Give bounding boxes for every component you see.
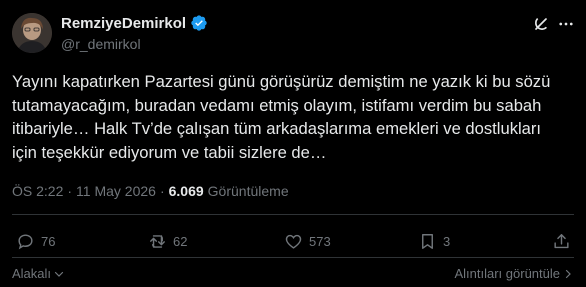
action-bar: 76 62 573 3 [12, 232, 574, 254]
bookmark-icon [422, 234, 433, 249]
sort-replies-label: Alakalı [12, 266, 52, 281]
divider [12, 257, 574, 258]
share-icon [554, 234, 569, 249]
tweet-time[interactable]: ÖS 2:22 [12, 183, 63, 199]
views-label: Görüntüleme [207, 183, 289, 199]
chevron-down-icon [54, 271, 64, 277]
tweet-date[interactable]: 11 May 2026 [76, 183, 156, 199]
reply-icon [18, 234, 33, 250]
reply-button[interactable]: 76 [16, 232, 55, 251]
view-quotes-label: Alıntıları görüntüle [454, 266, 560, 281]
bookmark-count: 3 [443, 234, 451, 249]
grok-icon[interactable] [531, 14, 551, 34]
chevron-right-icon [565, 269, 571, 278]
more-options-icon[interactable] [556, 14, 576, 34]
verified-badge-icon[interactable] [190, 14, 208, 32]
tweet-meta: ÖS 2:22 · 11 May 2026 · 6.069 Görüntülem… [12, 183, 289, 199]
views-count: 6.069 [168, 183, 204, 199]
reply-count: 76 [41, 234, 56, 249]
heart-icon [285, 234, 302, 249]
meta-separator: · [159, 183, 165, 199]
sort-replies-dropdown[interactable]: Alakalı [12, 266, 65, 281]
tweet-text: Yayını kapatırken Pazartesi günü görüşür… [12, 72, 551, 162]
like-count: 573 [309, 234, 331, 249]
like-button[interactable]: 573 [284, 232, 331, 251]
share-button[interactable] [552, 232, 571, 251]
divider [12, 214, 574, 215]
author-name-row[interactable]: RemziyeDemirkol [61, 14, 208, 32]
view-quotes-link[interactable]: Alıntıları görüntüle [454, 266, 574, 281]
bookmark-button[interactable]: 3 [418, 232, 450, 251]
author-handle[interactable]: @r_demirkol [61, 36, 141, 52]
meta-separator: · [67, 183, 73, 199]
repost-icon [150, 235, 165, 248]
repost-button[interactable]: 62 [148, 232, 187, 251]
author-display-name[interactable]: RemziyeDemirkol [61, 15, 186, 32]
avatar[interactable] [12, 13, 52, 53]
repost-count: 62 [173, 234, 188, 249]
